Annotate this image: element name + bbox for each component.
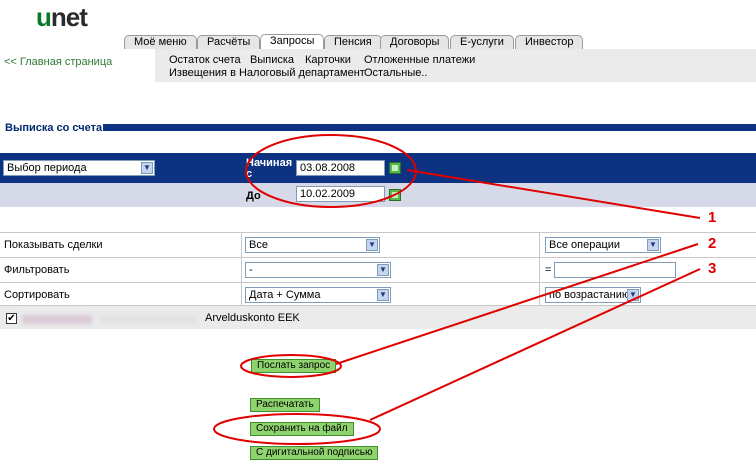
annotation-ellipse-save	[213, 413, 381, 445]
annotation-ellipse-send	[240, 354, 342, 378]
annotation-number-1: 1	[708, 209, 717, 226]
annotation-number-2: 2	[708, 235, 717, 252]
annotation-line-3	[369, 268, 701, 421]
annotation-overlay	[213, 134, 701, 445]
annotation-line-2	[335, 243, 699, 365]
annotation-number-3: 3	[708, 260, 717, 277]
annotation-line-1	[406, 169, 701, 219]
annotation-ellipse-dates	[245, 134, 417, 208]
